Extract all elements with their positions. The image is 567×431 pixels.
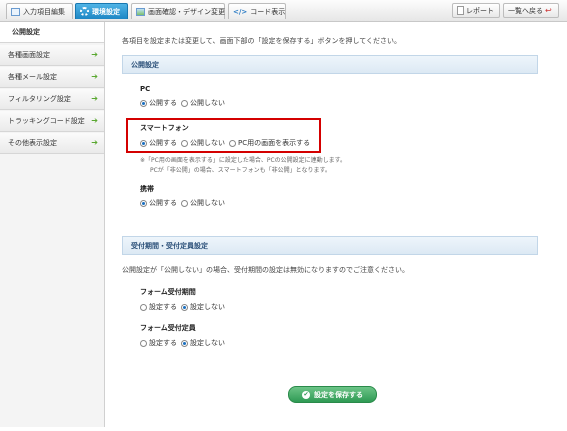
pc-label: PC [140,85,151,93]
radio-button[interactable] [229,139,236,147]
form-capacity-label: フォーム受付定員 [140,324,196,332]
sidebar-item-label: その他表示設定 [8,139,57,147]
pc-unpublish-option[interactable]: 公開しない [181,98,225,108]
smartphone-unpublish-option[interactable]: 公開しない [181,138,225,148]
radio-button[interactable] [140,339,147,347]
tab-screen-design[interactable]: 画面確認・デザイン変更 [131,3,225,19]
option-label: 公開する [149,199,177,207]
mobile-options: 公開する 公開しない [140,198,225,208]
option-label: 公開しない [190,199,225,207]
mobile-publish-option[interactable]: 公開する [140,198,177,208]
option-label: 公開する [149,99,177,107]
form-capacity-unset-option[interactable]: 設定しない [181,338,225,348]
radio-button[interactable] [140,139,147,147]
section-period-heading: 受付期間・受付定員設定 [122,236,538,255]
save-icon: ✔ [302,390,310,399]
back-arrow-icon: ↩ [545,5,552,15]
option-label: 公開する [149,139,177,147]
radio-button[interactable] [181,99,188,107]
radio-button[interactable] [181,199,188,207]
section-publish-heading: 公開設定 [122,55,538,74]
form-period-set-option[interactable]: 設定する [140,302,177,312]
smartphone-note-2: PCが「非公開」の場合、スマートフォンも「非公開」となります。 [150,167,331,174]
smartphone-note-1: ※「PC用の画面を表示する」に設定した場合、PCの公開設定に連動します。 [140,157,347,164]
sidebar-item-publish[interactable]: 公開設定 [0,22,104,43]
code-icon: </> [233,7,248,16]
sidebar-item-label: 各種メール設定 [8,73,57,81]
smartphone-pc-view-option[interactable]: PC用の画面を表示する [229,138,310,148]
radio-button[interactable] [140,199,147,207]
radio-button[interactable] [181,339,188,347]
option-label: 設定する [149,339,177,347]
sidebar-item-label: 各種画面設定 [8,51,50,59]
form-capacity-set-option[interactable]: 設定する [140,338,177,348]
form-capacity-options: 設定する 設定しない [140,338,225,348]
option-label: 設定しない [190,303,225,311]
report-button[interactable]: レポート [452,3,500,18]
radio-button[interactable] [140,303,147,311]
arrow-right-icon: ➔ [91,94,98,103]
mobile-unpublish-option[interactable]: 公開しない [181,198,225,208]
gear-icon [80,7,89,16]
radio-button[interactable] [140,99,147,107]
option-label: 設定する [149,303,177,311]
tab-input-fields[interactable]: 入力項目編集 [6,3,73,19]
sidebar-item-label: フィルタリング設定 [8,95,71,103]
smartphone-publish-option[interactable]: 公開する [140,138,177,148]
radio-button[interactable] [181,303,188,311]
form-period-label: フォーム受付期間 [140,288,196,296]
sidebar-item-filtering[interactable]: フィルタリング設定 ➔ [0,89,104,110]
arrow-right-icon: ➔ [91,72,98,81]
sidebar-item-other-display[interactable]: その他表示設定 ➔ [0,133,104,154]
sidebar-item-label: 公開設定 [12,28,40,36]
sidebar: 公開設定 各種画面設定 ➔ 各種メール設定 ➔ フィルタリング設定 ➔ トラッキ… [0,22,105,427]
back-to-list-button[interactable]: 一覧へ戻る ↩ [503,3,559,18]
intro-text: 各項目を設定または変更して、画面下部の「設定を保存する」ボタンを押してください。 [122,37,402,45]
report-icon [457,6,464,15]
tab-code-display[interactable]: </> コード表示 [228,3,286,19]
option-label: 設定しない [190,339,225,347]
smartphone-options: 公開する 公開しない PC用の画面を表示する [140,138,310,148]
sidebar-item-label: トラッキングコード設定 [8,117,85,125]
document-icon [11,7,20,16]
mobile-label: 携帯 [140,185,154,193]
save-label: 設定を保存する [314,390,363,399]
pc-publish-option[interactable]: 公開する [140,98,177,108]
form-period-options: 設定する 設定しない [140,302,225,312]
back-label: 一覧へ戻る [508,6,543,15]
sidebar-item-mail[interactable]: 各種メール設定 ➔ [0,67,104,88]
arrow-right-icon: ➔ [91,116,98,125]
tab-label: 画面確認・デザイン変更 [148,7,225,16]
save-settings-button[interactable]: ✔ 設定を保存する [288,386,377,403]
option-label: 公開しない [190,99,225,107]
tab-label: コード表示 [250,7,286,16]
pc-options: 公開する 公開しない [140,98,225,108]
picture-icon [136,7,145,16]
option-label: 公開しない [190,139,225,147]
radio-button[interactable] [181,139,188,147]
smartphone-label: スマートフォン [140,124,189,132]
tab-label: 環境設定 [92,7,120,16]
sidebar-item-tracking[interactable]: トラッキングコード設定 ➔ [0,111,104,132]
arrow-right-icon: ➔ [91,50,98,59]
sidebar-item-screens[interactable]: 各種画面設定 ➔ [0,45,104,66]
tab-environment-settings[interactable]: 環境設定 [75,3,128,19]
main-content: 各項目を設定または変更して、画面下部の「設定を保存する」ボタンを押してください。… [104,22,567,427]
top-tab-bar: 入力項目編集 環境設定 画面確認・デザイン変更 </> コード表示 レポート 一… [0,0,567,22]
report-label: レポート [466,6,494,15]
arrow-right-icon: ➔ [91,138,98,147]
tab-label: 入力項目編集 [23,7,65,16]
period-note: 公開設定が「公開しない」の場合、受付期間の設定は無効になりますのでご注意ください… [122,266,409,274]
option-label: PC用の画面を表示する [238,139,311,147]
form-period-unset-option[interactable]: 設定しない [181,302,225,312]
